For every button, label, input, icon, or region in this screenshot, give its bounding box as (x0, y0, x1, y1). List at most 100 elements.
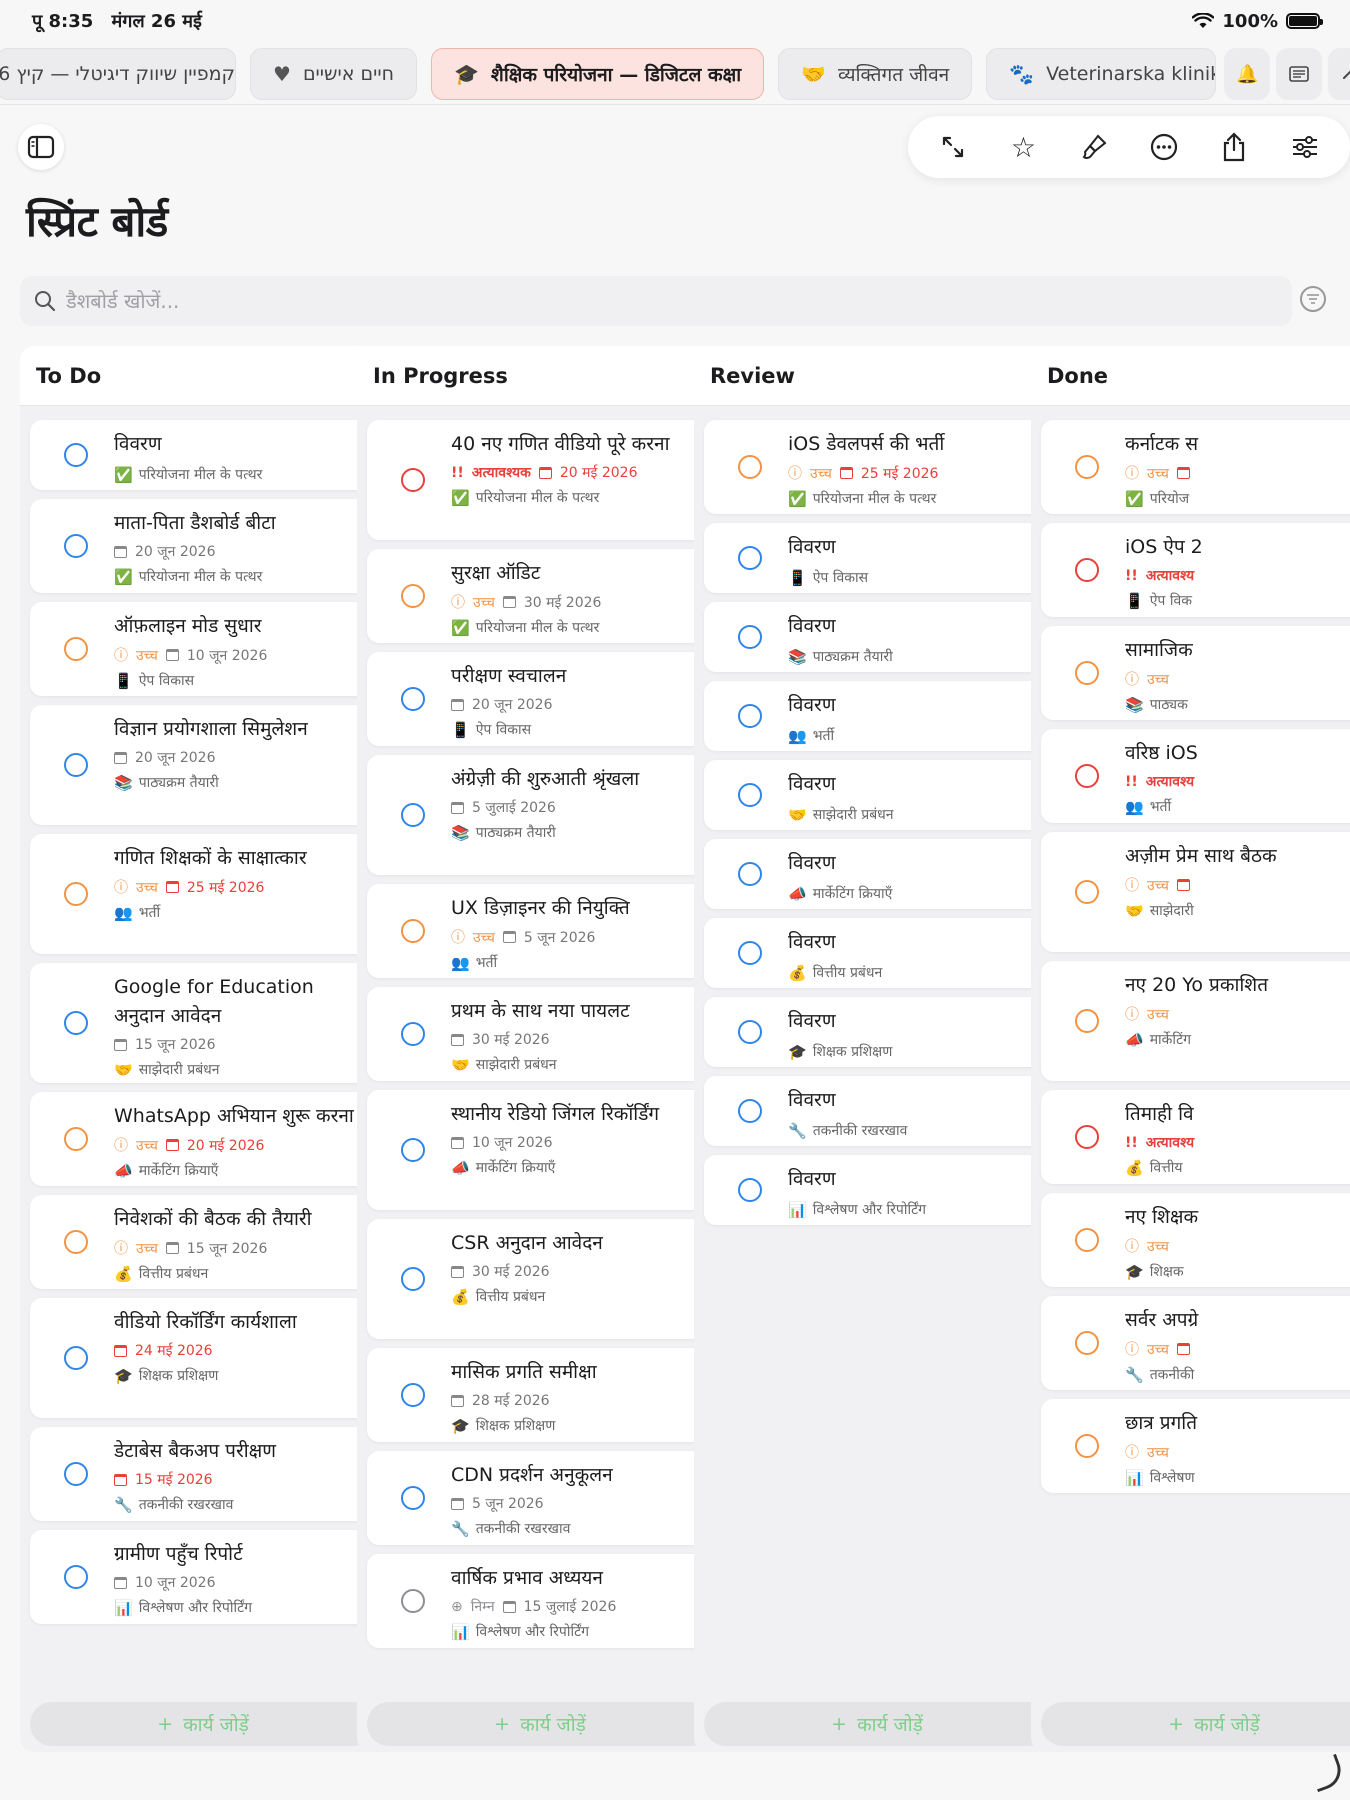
tab-digital-campaign[interactable]: קמפיין שיווק דיגיטלי — קיץ 6 (0, 48, 236, 100)
task-card[interactable]: विवरण 🤝 साझेदारी प्रबंधन (704, 760, 1050, 830)
collapse-tabs-button[interactable] (1328, 48, 1350, 100)
task-complete-checkbox[interactable] (738, 625, 762, 649)
task-complete-checkbox[interactable] (1075, 764, 1099, 788)
task-complete-checkbox[interactable] (738, 1178, 762, 1202)
tab-personal-life-hi[interactable]: 🤝 व्यक्तिगत जीवन (778, 48, 973, 100)
task-complete-checkbox[interactable] (401, 1267, 425, 1291)
task-card[interactable]: तिमाही वि!! अत्यावश्य 💰 वित्तीय (1041, 1090, 1350, 1184)
task-complete-checkbox[interactable] (64, 534, 88, 558)
task-complete-checkbox[interactable] (1075, 1125, 1099, 1149)
more-button[interactable] (1142, 125, 1186, 169)
settings-button[interactable] (1283, 125, 1327, 169)
task-complete-checkbox[interactable] (1075, 1331, 1099, 1355)
task-card[interactable]: स्थानीय रेडियो जिंगल रिकॉर्डिंग 10 जून 20… (367, 1090, 713, 1210)
task-complete-checkbox[interactable] (64, 1565, 88, 1589)
task-card[interactable]: CSR अनुदान आवेदन 30 मई 2026 💰 वित्तीय प्रबं… (367, 1219, 713, 1339)
task-card[interactable]: ऑफ़लाइन मोड सुधार ⓘ उच्च 10 जून 2026 📱 ऐप विक… (30, 602, 376, 696)
task-card[interactable]: अज़ीम प्रेम साथ बैठक ⓘ उच्च 🤝 साझेदारी (1041, 832, 1350, 952)
sidebar-toggle-button[interactable] (18, 124, 64, 170)
task-card[interactable]: सुरक्षा ऑडिट ⓘ उच्च 30 मई 2026 ✅ परियोजना मील… (367, 549, 713, 643)
task-card[interactable]: विवरण 🎓 शिक्षक प्रशिक्षण (704, 997, 1050, 1067)
task-card[interactable]: विवरण 📱 ऐप विकास (704, 523, 1050, 593)
task-complete-checkbox[interactable] (738, 1099, 762, 1123)
task-card[interactable]: विवरण 📊 विश्लेषण और रिपोर्टिंग (704, 1155, 1050, 1225)
task-card[interactable]: माता-पिता डैशबोर्ड बीटा 20 जून 2026 ✅ परियो… (30, 499, 376, 593)
task-card[interactable]: विवरण 👥 भर्ती (704, 681, 1050, 751)
task-complete-checkbox[interactable] (64, 1346, 88, 1370)
add-task-button[interactable]: + कार्य जोड़ें (367, 1702, 713, 1746)
task-complete-checkbox[interactable] (64, 1462, 88, 1486)
task-card[interactable]: विवरण 📣 मार्केटिंग क्रियाएँ (704, 839, 1050, 909)
task-card[interactable]: iOS डेवलपर्स की भर्ती ⓘ उच्च 25 मई 2026 ✅ परि… (704, 420, 1050, 514)
task-card[interactable]: प्रथम के साथ नया पायलट 30 मई 2026 🤝 साझेदार… (367, 987, 713, 1081)
task-card[interactable]: अंग्रेज़ी की शुरुआती श्रृंखला 5 जुलाई 202… (367, 755, 713, 875)
task-card[interactable]: Google for Education अनुदान आवेदन 15 जून … (30, 963, 376, 1083)
task-card[interactable]: मासिक प्रगति समीक्षा 28 मई 2026 🎓 शिक्षक प्… (367, 1348, 713, 1442)
theme-button[interactable] (1072, 125, 1116, 169)
task-card[interactable]: WhatsApp अभियान शुरू करना ⓘ उच्च 20 मई 2026… (30, 1092, 376, 1186)
task-complete-checkbox[interactable] (401, 584, 425, 608)
task-complete-checkbox[interactable] (401, 468, 425, 492)
task-card[interactable]: वरिष्ठ iOS!! अत्यावश्य 👥 भर्ती (1041, 729, 1350, 823)
add-task-button[interactable]: + कार्य जोड़ें (30, 1702, 376, 1746)
task-card[interactable]: UX डिज़ाइनर की नियुक्ति ⓘ उच्च 5 जून 2026 👥 भ… (367, 884, 713, 978)
task-card[interactable]: iOS ऐप 2!! अत्यावश्य 📱 ऐप विक (1041, 523, 1350, 617)
task-complete-checkbox[interactable] (1075, 1434, 1099, 1458)
task-complete-checkbox[interactable] (64, 1011, 88, 1035)
task-complete-checkbox[interactable] (64, 443, 88, 467)
task-complete-checkbox[interactable] (401, 1589, 425, 1613)
task-card[interactable]: गणित शिक्षकों के साक्षात्कार ⓘ उच्च 25 मई 2… (30, 834, 376, 954)
task-complete-checkbox[interactable] (401, 1022, 425, 1046)
task-card[interactable]: नए शिक्षक ⓘ उच्च 🎓 शिक्षक (1041, 1193, 1350, 1287)
task-card[interactable]: विवरण 📚 पाठ्यक्रम तैयारी (704, 602, 1050, 672)
task-card[interactable]: छात्र प्रगति ⓘ उच्च 📊 विश्लेषण (1041, 1399, 1350, 1493)
task-card[interactable]: डेटाबेस बैकअप परीक्षण 15 मई 2026 🔧 तकनीकी र… (30, 1427, 376, 1521)
task-complete-checkbox[interactable] (738, 704, 762, 728)
task-card[interactable]: विज्ञान प्रयोगशाला सिमुलेशन 20 जून 2026 📚 प… (30, 705, 376, 825)
task-complete-checkbox[interactable] (1075, 661, 1099, 685)
task-card[interactable]: CDN प्रदर्शन अनुकूलन 5 जून 2026 🔧 तकनीकी रख… (367, 1451, 713, 1545)
tab-vet-clinic[interactable]: 🐾 Veterinarska klinika · (986, 48, 1217, 100)
search-input[interactable] (66, 289, 1199, 313)
share-button[interactable] (1212, 125, 1256, 169)
add-task-button[interactable]: + कार्य जोड़ें (704, 1702, 1050, 1746)
task-card[interactable]: वीडियो रिकॉर्डिंग कार्यशाला 24 मई 2026 🎓 शि… (30, 1298, 376, 1418)
task-card[interactable]: परीक्षण स्वचालन 20 जून 2026 📱 ऐप विकास (367, 652, 713, 746)
task-card[interactable]: सर्वर अपग्रे ⓘ उच्च 🔧 तकनीकी (1041, 1296, 1350, 1390)
task-complete-checkbox[interactable] (738, 783, 762, 807)
add-task-button[interactable]: + कार्य जोड़ें (1041, 1702, 1350, 1746)
task-complete-checkbox[interactable] (401, 1383, 425, 1407)
task-card[interactable]: नए 20 Yo प्रकाशित ⓘ उच्च 📣 मार्केटिंग (1041, 961, 1350, 1081)
task-complete-checkbox[interactable] (738, 455, 762, 479)
task-complete-checkbox[interactable] (738, 1020, 762, 1044)
expand-button[interactable] (931, 125, 975, 169)
filter-button[interactable] (1300, 286, 1326, 312)
task-complete-checkbox[interactable] (1075, 1228, 1099, 1252)
task-card[interactable]: कर्नाटक स ⓘ उच्च ✅ परियोज (1041, 420, 1350, 514)
task-complete-checkbox[interactable] (64, 882, 88, 906)
task-complete-checkbox[interactable] (1075, 1009, 1099, 1033)
task-complete-checkbox[interactable] (64, 637, 88, 661)
task-complete-checkbox[interactable] (401, 687, 425, 711)
task-card[interactable]: निवेशकों की बैठक की तैयारी ⓘ उच्च 15 जून 20… (30, 1195, 376, 1289)
task-card[interactable]: ग्रामीण पहुँच रिपोर्ट 10 जून 2026 📊 विश्लेष… (30, 1530, 376, 1624)
notifications-button[interactable]: 🔔 (1224, 48, 1271, 100)
tab-personal-life-he[interactable]: ♥ חיים אישיים (250, 48, 418, 100)
task-complete-checkbox[interactable] (1075, 558, 1099, 582)
task-card[interactable]: वार्षिक प्रभाव अध्ययन ⊕ निम्न 15 जुलाई 2026… (367, 1554, 713, 1648)
tab-educational-project[interactable]: 🎓 शैक्षिक परियोजना — डिजिटल कक्षा (431, 48, 765, 100)
task-card[interactable]: सामाजिक ⓘ उच्च 📚 पाठ्यक (1041, 626, 1350, 720)
task-complete-checkbox[interactable] (401, 919, 425, 943)
favorite-button[interactable]: ☆ (1001, 125, 1045, 169)
task-card[interactable]: 40 नए गणित वीडियो पूरे करना!! अत्यावश्यक 2… (367, 420, 713, 540)
task-card[interactable]: विवरण ✅ परियोजना मील के पत्थर (30, 420, 376, 490)
task-complete-checkbox[interactable] (401, 1138, 425, 1162)
reader-button[interactable] (1276, 48, 1323, 100)
task-complete-checkbox[interactable] (64, 753, 88, 777)
task-card[interactable]: विवरण 🔧 तकनीकी रखरखाव (704, 1076, 1050, 1146)
task-complete-checkbox[interactable] (401, 1486, 425, 1510)
task-complete-checkbox[interactable] (64, 1127, 88, 1151)
task-complete-checkbox[interactable] (401, 803, 425, 827)
task-card[interactable]: विवरण 💰 वित्तीय प्रबंधन (704, 918, 1050, 988)
task-complete-checkbox[interactable] (738, 941, 762, 965)
